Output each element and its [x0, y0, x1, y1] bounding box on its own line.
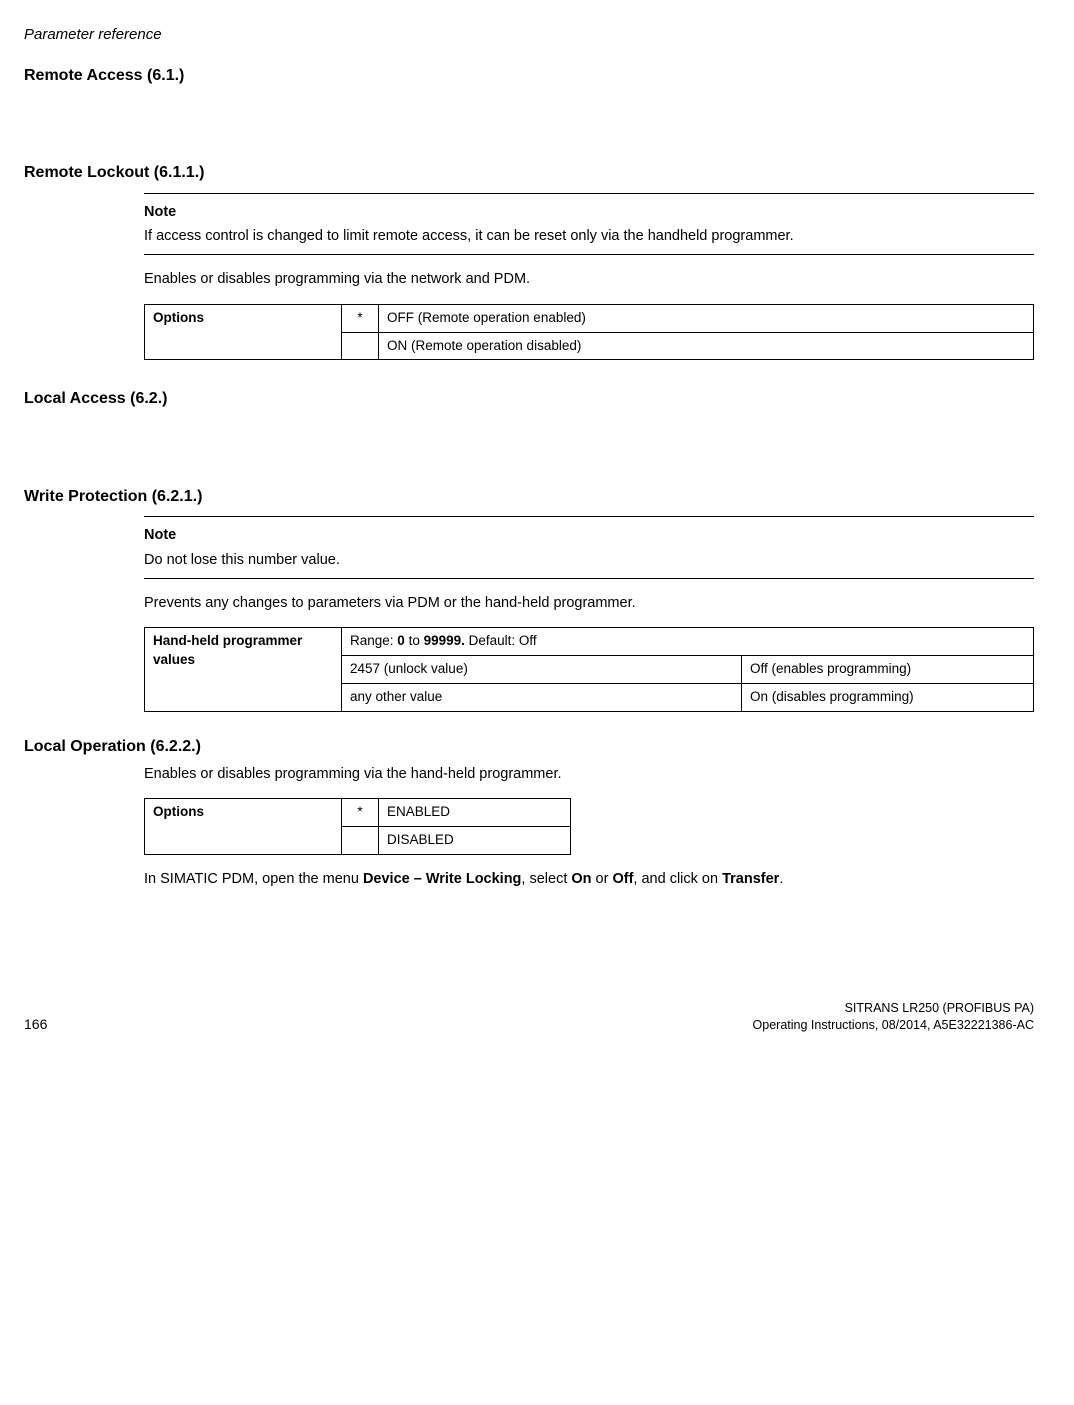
divider	[144, 578, 1034, 579]
instruction-text: In SIMATIC PDM, open the menu Device – W…	[144, 869, 1034, 889]
divider	[144, 516, 1034, 517]
default-marker: *	[342, 799, 379, 827]
effect-cell: On (disables programming)	[742, 683, 1034, 711]
heading-write-protection: Write Protection (6.2.1.)	[24, 486, 1034, 508]
divider	[144, 193, 1034, 194]
option-value: ON (Remote operation disabled)	[379, 332, 1034, 360]
note-text: If access control is changed to limit re…	[144, 226, 1034, 246]
heading-local-operation: Local Operation (6.2.2.)	[24, 736, 1034, 758]
values-table: Hand-held programmer values Range: 0 to …	[144, 627, 1034, 712]
note-label: Note	[144, 525, 1034, 545]
note-block: Note Do not lose this number value.	[144, 516, 1034, 579]
table-row: Hand-held programmer values Range: 0 to …	[145, 628, 1034, 656]
divider	[144, 254, 1034, 255]
options-table: Options * OFF (Remote operation enabled)…	[144, 304, 1034, 361]
option-value: DISABLED	[379, 827, 571, 855]
note-label: Note	[144, 202, 1034, 222]
section-description: Prevents any changes to parameters via P…	[144, 593, 1034, 613]
value-cell: any other value	[342, 683, 742, 711]
heading-local-access: Local Access (6.2.)	[24, 388, 1034, 410]
section-description: Enables or disables programming via the …	[144, 269, 1034, 289]
default-marker	[342, 332, 379, 360]
table-row: Options * ENABLED	[145, 799, 571, 827]
heading-remote-lockout: Remote Lockout (6.1.1.)	[24, 162, 1034, 184]
effect-cell: Off (enables programming)	[742, 656, 1034, 684]
table-label-cell: Options	[145, 799, 342, 855]
option-value: ENABLED	[379, 799, 571, 827]
option-value: OFF (Remote operation enabled)	[379, 304, 1034, 332]
page-footer: 166 SITRANS LR250 (PROFIBUS PA) Operatin…	[24, 1000, 1034, 1035]
table-label-cell: Options	[145, 304, 342, 360]
table-row: Options * OFF (Remote operation enabled)	[145, 304, 1034, 332]
note-block: Note If access control is changed to lim…	[144, 193, 1034, 256]
range-cell: Range: 0 to 99999. Default: Off	[342, 628, 1034, 656]
page-number: 166	[24, 1015, 47, 1035]
page-header: Parameter reference	[24, 24, 1034, 45]
table-label-cell: Hand-held programmer values	[145, 628, 342, 712]
default-marker	[342, 827, 379, 855]
section-description: Enables or disables programming via the …	[144, 764, 1034, 784]
options-table: Options * ENABLED DISABLED	[144, 798, 571, 855]
doc-info: Operating Instructions, 08/2014, A5E3222…	[753, 1017, 1034, 1035]
default-marker: *	[342, 304, 379, 332]
heading-remote-access: Remote Access (6.1.)	[24, 65, 1034, 87]
value-cell: 2457 (unlock value)	[342, 656, 742, 684]
note-text: Do not lose this number value.	[144, 550, 1034, 570]
product-line: SITRANS LR250 (PROFIBUS PA)	[753, 1000, 1034, 1018]
